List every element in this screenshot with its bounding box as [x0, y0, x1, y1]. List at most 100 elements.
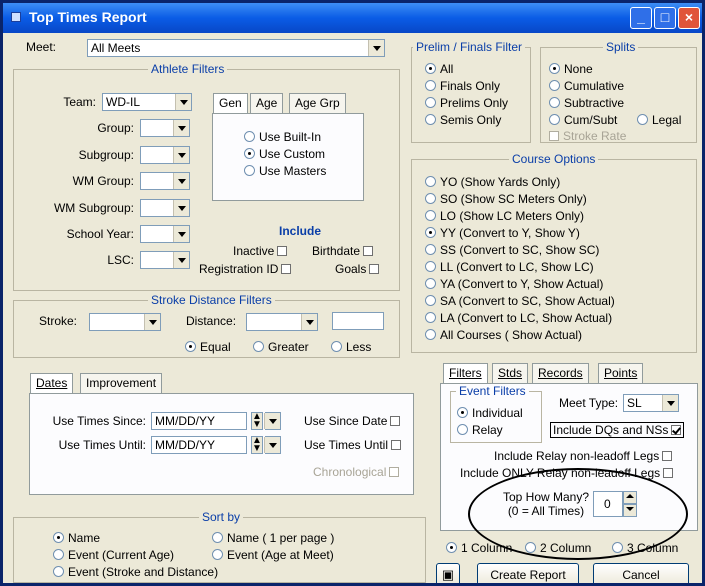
updown-icon[interactable]: ▲ ▼	[251, 436, 263, 454]
tab-age[interactable]: Age	[250, 93, 284, 113]
cancel-button[interactable]: Cancel	[593, 563, 689, 583]
minimize-button[interactable]: _	[630, 7, 652, 29]
course-options-title: Course Options	[509, 152, 599, 166]
group-label: Group:	[97, 121, 134, 135]
individual-radio[interactable]: Individual	[457, 406, 523, 420]
chronological-checkbox[interactable]: Chronological	[313, 465, 400, 479]
maximize-button[interactable]: □	[654, 7, 676, 29]
stroke-rate-checkbox[interactable]: Stroke Rate	[549, 129, 626, 143]
splits-title: Splits	[603, 40, 639, 54]
inactive-checkbox[interactable]: Inactive	[233, 244, 288, 258]
tab-stds[interactable]: Stds	[492, 363, 529, 383]
stroke-select[interactable]	[89, 313, 161, 331]
wm-subgroup-select[interactable]	[140, 199, 190, 217]
lsc-label: LSC:	[107, 253, 134, 267]
sort-name-radio[interactable]: Name	[53, 531, 100, 545]
use-since-date-checkbox[interactable]: Use Since Date	[304, 414, 401, 428]
distance-less-radio[interactable]: Less	[331, 340, 371, 354]
meet-select[interactable]: All Meets	[87, 39, 385, 57]
close-button[interactable]: ×	[678, 7, 700, 29]
lsc-select[interactable]	[140, 251, 190, 269]
splits-legal-radio[interactable]: Legal	[637, 113, 681, 127]
birthdate-checkbox[interactable]: Birthdate	[312, 244, 374, 258]
chevron-down-icon	[173, 252, 189, 268]
splits-none-radio[interactable]: None	[549, 62, 593, 76]
chevron-down-icon	[662, 395, 678, 411]
distance-label: Distance:	[186, 314, 237, 328]
updown-icon[interactable]: ▲ ▼	[251, 412, 263, 430]
registration-id-checkbox[interactable]: Registration ID	[199, 262, 292, 276]
goals-checkbox[interactable]: Goals	[335, 262, 380, 276]
subgroup-label: Subgroup:	[78, 148, 134, 162]
stroke-label: Stroke:	[39, 314, 78, 328]
chevron-down-icon	[264, 413, 280, 429]
distance-value-input[interactable]	[332, 312, 384, 330]
use-times-until-checkbox[interactable]: Use Times Until	[304, 438, 402, 452]
window-title: Top Times Report	[29, 9, 147, 25]
tab-age-grp[interactable]: Age Grp	[289, 93, 346, 113]
chevron-down-icon	[173, 120, 189, 136]
save-icon[interactable]: ▣	[436, 563, 460, 583]
course-sa-radio[interactable]: SA (Convert to SC, Show Actual)	[425, 294, 615, 308]
course-ss-radio[interactable]: SS (Convert to SC, Show SC)	[425, 243, 599, 257]
course-so-radio[interactable]: SO (Show SC Meters Only)	[425, 192, 587, 206]
splits-subtractive-radio[interactable]: Subtractive	[549, 96, 624, 110]
course-lo-radio[interactable]: LO (Show LC Meters Only)	[425, 209, 584, 223]
course-la-radio[interactable]: LA (Convert to LC, Show Actual)	[425, 311, 612, 325]
tab-improvement[interactable]: Improvement	[80, 373, 163, 393]
title-bar: Top Times Report _ □ ×	[3, 3, 702, 33]
meet-type-select[interactable]: SL	[623, 394, 679, 412]
two-column-radio[interactable]: 2 Column	[525, 541, 591, 555]
chevron-down-icon	[264, 437, 280, 453]
include-dqs-checkbox[interactable]: Include DQs and NSs	[550, 422, 685, 438]
wm-group-select[interactable]	[140, 172, 190, 190]
chevron-down-icon	[175, 94, 191, 110]
prelim-all-radio[interactable]: All	[425, 62, 453, 76]
chevron-down-icon	[368, 40, 384, 56]
one-column-radio[interactable]: 1 Column	[446, 541, 512, 555]
tab-gen[interactable]: Gen	[213, 93, 248, 113]
tab-records[interactable]: Records	[532, 363, 589, 383]
distance-equal-radio[interactable]: Equal	[185, 340, 231, 354]
tab-dates[interactable]: Dates	[30, 373, 74, 393]
school-year-select[interactable]	[140, 225, 190, 243]
subgroup-select[interactable]	[140, 146, 190, 164]
semis-only-radio[interactable]: Semis Only	[425, 113, 501, 127]
prelims-only-radio[interactable]: Prelims Only	[425, 96, 508, 110]
use-masters-radio[interactable]: Use Masters	[244, 164, 326, 178]
team-select[interactable]: WD-IL	[102, 93, 192, 111]
course-all-radio[interactable]: All Courses ( Show Actual)	[425, 328, 582, 342]
use-built-in-radio[interactable]: Use Built-In	[244, 130, 321, 144]
meet-label: Meet:	[26, 40, 57, 54]
school-year-label: School Year:	[66, 227, 134, 241]
relay-radio[interactable]: Relay	[457, 423, 503, 437]
splits-cum-subt-radio[interactable]: Cum/Subt	[549, 113, 617, 127]
sort-name-per-page-radio[interactable]: Name ( 1 per page )	[212, 531, 334, 545]
chevron-down-icon	[301, 314, 317, 330]
tab-points[interactable]: Points	[598, 363, 644, 383]
team-label: Team:	[63, 95, 96, 109]
sort-event-age-at-meet-radio[interactable]: Event (Age at Meet)	[212, 548, 334, 562]
course-yo-radio[interactable]: YO (Show Yards Only)	[425, 175, 560, 189]
use-custom-radio[interactable]: Use Custom	[244, 147, 325, 161]
chevron-down-icon	[173, 226, 189, 242]
sort-event-stroke-distance-radio[interactable]: Event (Stroke and Distance)	[53, 565, 218, 579]
relay-nonleadoff-checkbox[interactable]: Include Relay non-leadoff Legs	[494, 449, 673, 463]
tab-filters[interactable]: Filters	[443, 363, 488, 383]
course-yy-radio[interactable]: YY (Convert to Y, Show Y)	[425, 226, 580, 240]
sort-event-current-age-radio[interactable]: Event (Current Age)	[53, 548, 174, 562]
since-date-field[interactable]: MM/DD/YY ▲ ▼	[151, 412, 281, 430]
three-column-radio[interactable]: 3 Column	[612, 541, 678, 555]
splits-cumulative-radio[interactable]: Cumulative	[549, 79, 624, 93]
until-date-field[interactable]: MM/DD/YY ▲ ▼	[151, 436, 281, 454]
wm-subgroup-label: WM Subgroup:	[53, 201, 134, 215]
finals-only-radio[interactable]: Finals Only	[425, 79, 500, 93]
course-ya-radio[interactable]: YA (Convert to Y, Show Actual)	[425, 277, 603, 291]
chevron-down-icon	[173, 147, 189, 163]
course-ll-radio[interactable]: LL (Convert to LC, Show LC)	[425, 260, 594, 274]
since-label: Use Times Since:	[52, 414, 146, 428]
distance-select[interactable]	[246, 313, 318, 331]
create-report-button[interactable]: Create Report	[477, 563, 579, 583]
distance-greater-radio[interactable]: Greater	[253, 340, 309, 354]
group-select[interactable]	[140, 119, 190, 137]
